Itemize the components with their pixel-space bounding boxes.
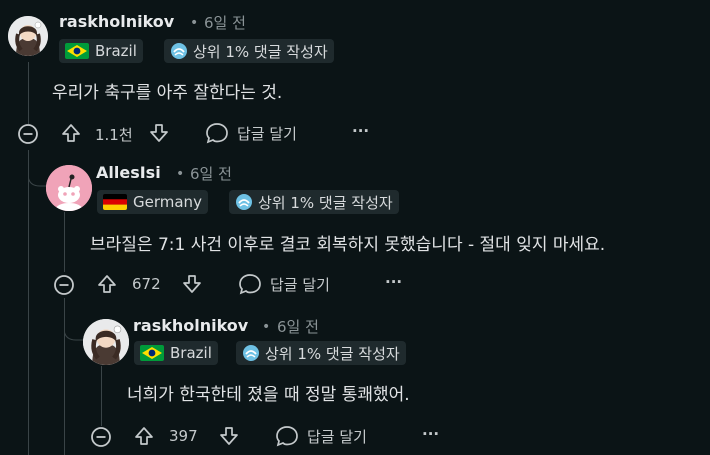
timestamp[interactable]: 6일 전 xyxy=(204,12,246,33)
country-flair: Germany xyxy=(97,190,208,214)
vote-count: 672 xyxy=(132,275,161,293)
reply-label: 답글 달기 xyxy=(237,124,297,143)
badge-label: 상위 1% 댓글 작성자 xyxy=(258,193,393,212)
reply-label: 답글 달기 xyxy=(270,275,330,294)
comment-bubble-icon xyxy=(276,426,298,447)
avatar[interactable] xyxy=(8,16,48,56)
country-flair: Brazil xyxy=(59,39,143,63)
downvote-button[interactable] xyxy=(148,122,170,144)
collapse-button[interactable] xyxy=(90,426,112,448)
vote-count: 397 xyxy=(169,427,198,445)
top-commenter-badge: 상위 1% 댓글 작성자 xyxy=(229,190,399,214)
vote-count: 1.1천 xyxy=(95,126,133,144)
more-options-button[interactable]: ··· xyxy=(422,425,439,443)
top-commenter-icon xyxy=(170,42,188,60)
country-label: Germany xyxy=(133,193,202,211)
top-commenter-badge: 상위 1% 댓글 작성자 xyxy=(236,341,406,365)
separator-dot: • xyxy=(190,15,199,31)
comment-body: 브라질은 7:1 사건 이후로 결코 회복하지 못했습니다 - 절대 잊지 마세… xyxy=(90,235,606,255)
country-flair: Brazil xyxy=(134,341,218,365)
downvote-button[interactable] xyxy=(218,425,240,447)
collapse-icon xyxy=(91,427,111,447)
timestamp[interactable]: 6일 전 xyxy=(190,163,232,184)
top-commenter-badge: 상위 1% 댓글 작성자 xyxy=(164,39,334,63)
downvote-icon xyxy=(150,124,168,142)
reply-button[interactable]: 답글 달기 xyxy=(275,425,367,447)
thread-line xyxy=(64,212,65,272)
top-commenter-icon xyxy=(242,344,260,362)
germany-flag-icon xyxy=(103,194,127,210)
top-commenter-icon xyxy=(235,193,253,211)
separator-dot: • xyxy=(176,166,185,182)
username[interactable]: raskholnikov xyxy=(59,12,174,31)
upvote-button[interactable] xyxy=(60,122,82,144)
upvote-icon xyxy=(62,124,80,142)
downvote-button[interactable] xyxy=(181,273,203,295)
collapse-button[interactable] xyxy=(17,123,39,145)
downvote-icon xyxy=(183,275,201,293)
downvote-icon xyxy=(220,427,238,445)
upvote-button[interactable] xyxy=(133,425,155,447)
upvote-icon xyxy=(98,275,116,293)
upvote-button[interactable] xyxy=(96,273,118,295)
reply-button[interactable]: 답글 달기 xyxy=(205,122,297,144)
collapse-icon xyxy=(18,124,38,144)
username[interactable]: raskholnikov xyxy=(133,316,248,335)
avatar[interactable] xyxy=(83,319,129,365)
thread-line xyxy=(28,150,29,455)
more-options-button[interactable]: ··· xyxy=(352,122,369,140)
timestamp[interactable]: 6일 전 xyxy=(277,316,319,337)
upvote-icon xyxy=(135,427,153,445)
badge-label: 상위 1% 댓글 작성자 xyxy=(265,344,400,363)
more-options-button[interactable]: ··· xyxy=(385,273,402,291)
country-label: Brazil xyxy=(95,42,137,60)
collapse-icon xyxy=(54,275,74,295)
brazil-flag-icon xyxy=(140,345,164,361)
comment-bubble-icon xyxy=(239,274,261,295)
comment-bubble-icon xyxy=(206,123,228,144)
separator-dot: • xyxy=(262,319,271,335)
comment-body: 우리가 축구를 아주 잘한다는 것. xyxy=(52,83,283,103)
collapse-button[interactable] xyxy=(53,274,75,296)
avatar[interactable] xyxy=(46,165,92,211)
comment-body: 너희가 한국한테 졌을 때 정말 통쾌했어. xyxy=(127,385,410,405)
username[interactable]: AllesIsi xyxy=(96,163,161,182)
reply-button[interactable]: 답글 달기 xyxy=(238,273,330,295)
badge-label: 상위 1% 댓글 작성자 xyxy=(193,42,328,61)
reply-label: 답글 달기 xyxy=(307,427,367,446)
country-label: Brazil xyxy=(170,344,212,362)
thread-line xyxy=(28,62,29,124)
brazil-flag-icon xyxy=(65,43,89,59)
thread-line xyxy=(101,366,102,426)
